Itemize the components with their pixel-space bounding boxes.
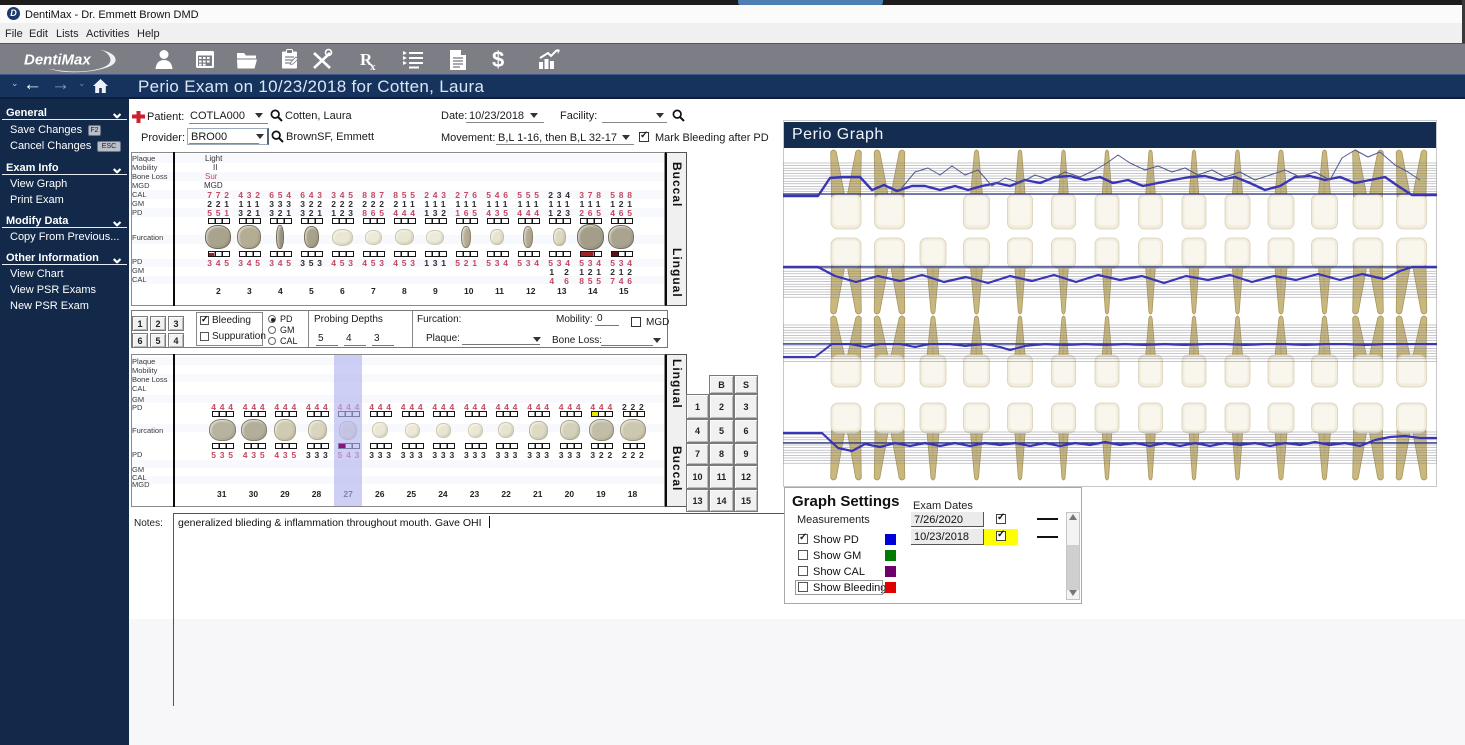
svg-text:x: x [370, 61, 376, 71]
svg-text:DentiMax: DentiMax [24, 52, 91, 69]
svg-text:$: $ [492, 48, 504, 71]
